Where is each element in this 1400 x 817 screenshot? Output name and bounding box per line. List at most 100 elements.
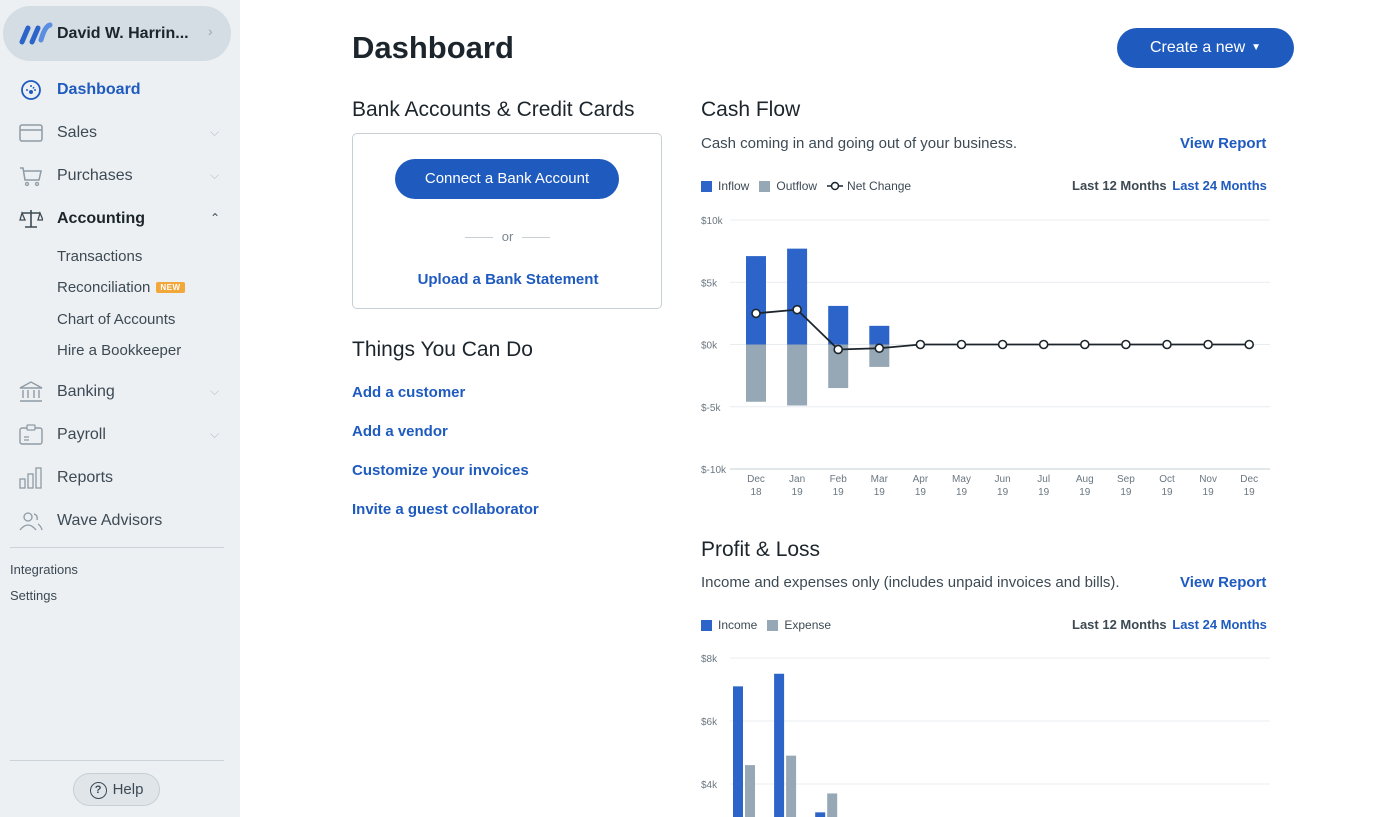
x-tick-label: Jun [995,474,1011,485]
sidebar-item-purchases[interactable]: Purchases ⌵ [0,156,240,196]
sidebar-item-banking[interactable]: Banking ⌵ [0,372,240,412]
invite-collaborator-link[interactable]: Invite a guest collaborator [352,501,539,518]
settings-link[interactable]: Settings [10,588,57,603]
x-tick-label: Feb [830,474,848,485]
integrations-link[interactable]: Integrations [10,562,78,577]
connect-bank-button[interactable]: Connect a Bank Account [395,159,619,199]
chevron-down-icon: ⌵ [210,168,220,182]
range-12-months[interactable]: Last 12 Months [1072,617,1167,632]
legend-net-change: Net Change [827,179,911,193]
pnl-range-toggle: Last 12 Months Last 24 Months [1072,617,1267,632]
net-change-point [1038,339,1049,350]
or-divider: or [465,229,550,245]
payroll-icon [19,424,43,445]
sidebar-item-label: Reports [57,469,114,486]
x-tick-label: 19 [1120,487,1132,498]
sidebar-divider [10,760,224,761]
x-tick-label: May [952,474,971,485]
legend-income: Income [701,618,757,632]
upload-statement-link[interactable]: Upload a Bank Statement [353,271,663,288]
cashflow-title: Cash Flow [701,98,801,121]
cashflow-legend: Inflow Outflow Net Change [701,178,921,194]
x-tick-label: Aug [1076,474,1094,485]
sidebar-item-label: Accounting [57,210,145,227]
pnl-chart: $8k $6k $4k [701,654,1270,817]
inflow-bar [746,256,766,345]
y-tick-label: $10k [701,216,724,227]
chevron-down-icon: ⌵ [210,384,220,398]
reports-icon [19,467,42,489]
net-change-point [833,344,843,355]
sidebar-item-reports[interactable]: Reports [0,458,240,498]
sales-icon [19,124,43,142]
sidebar: David W. Harrin... › Dashboard Sales ⌵ P… [0,0,240,817]
help-label: Help [112,781,144,798]
business-name: David W. Harrin... [57,25,189,42]
x-tick-label: 19 [1038,487,1050,498]
legend-inflow: Inflow [701,179,749,193]
sidebar-item-payroll[interactable]: Payroll ⌵ [0,415,240,455]
sidebar-subitem-chart-of-accounts[interactable]: Chart of Accounts [57,311,175,328]
sidebar-item-wave-advisors[interactable]: Wave Advisors [0,501,240,541]
dashboard-icon [21,80,41,100]
sidebar-subitem-hire-bookkeeper[interactable]: Hire a Bookkeeper [57,342,181,359]
new-badge: NEW [156,282,185,293]
expense-bar [745,765,755,817]
add-vendor-link[interactable]: Add a vendor [352,423,448,440]
cashflow-chart: $10k $5k $0k $-5k $-10k Dec 18 Jan 19 Feb 19 Mar 19 A… [701,216,1270,498]
income-bar [815,812,826,817]
range-24-months[interactable]: Last 24 Months [1172,617,1267,632]
net-change-point [915,339,926,350]
income-bar [774,673,785,817]
wave-logo-icon [19,22,53,45]
x-tick-label: Dec [1240,474,1258,485]
sidebar-item-label: Purchases [57,167,133,184]
help-button[interactable]: ? Help [73,773,160,806]
scales-icon [19,210,43,228]
x-tick-label: 19 [792,487,804,498]
y-tick-label: $6k [701,717,718,728]
x-tick-label: Apr [913,474,929,485]
create-new-label: Create a new [1149,39,1246,56]
bank-accounts-card: Connect a Bank Account or Upload a Bank … [352,133,662,309]
sidebar-item-sales[interactable]: Sales ⌵ [0,113,240,153]
sidebar-item-label: Payroll [57,426,106,443]
inflow-bar [787,248,808,345]
x-tick-label: 18 [750,487,762,498]
create-new-button[interactable]: Create a new ▼ [1117,28,1294,68]
customize-invoices-link[interactable]: Customize your invoices [352,462,529,479]
inflow-bar [828,305,849,345]
legend-outflow: Outflow [759,179,817,193]
x-tick-label: 19 [1244,487,1256,498]
sidebar-item-dashboard[interactable]: Dashboard [0,70,240,110]
sidebar-subitem-transactions[interactable]: Transactions [57,248,142,265]
inflow-bar [869,325,890,345]
net-change-point [997,339,1008,350]
x-tick-label: Jan [789,474,805,485]
range-24-months[interactable]: Last 24 Months [1172,178,1267,193]
pnl-view-report-link[interactable]: View Report [1180,574,1266,591]
chevron-down-icon: ⌵ [210,125,220,139]
outflow-bar [746,344,766,402]
things-section-title: Things You Can Do [352,338,533,361]
sidebar-divider [10,547,224,548]
sidebar-subitem-reconciliation[interactable]: Reconciliation NEW [57,279,185,296]
cashflow-description: Cash coming in and going out of your bus… [701,135,1018,152]
add-customer-link[interactable]: Add a customer [352,384,465,401]
range-12-months[interactable]: Last 12 Months [1072,178,1167,193]
sidebar-item-accounting[interactable]: Accounting ⌃ [0,199,240,239]
cashflow-view-report-link[interactable]: View Report [1180,135,1266,152]
income-bar [733,686,743,817]
y-tick-label: $0k [701,341,718,352]
sidebar-subitem-label: Reconciliation [57,279,151,296]
net-change-point [1244,339,1255,350]
x-tick-label: 19 [833,487,845,498]
pnl-legend: Income Expense [701,617,841,633]
x-tick-label: 19 [1161,487,1173,498]
net-change-point [1162,339,1172,350]
chevron-up-icon: ⌃ [210,211,221,225]
page-title: Dashboard [352,30,514,65]
net-change-point [751,308,761,319]
net-change-point [874,343,885,354]
business-switcher[interactable]: David W. Harrin... › [3,6,231,61]
